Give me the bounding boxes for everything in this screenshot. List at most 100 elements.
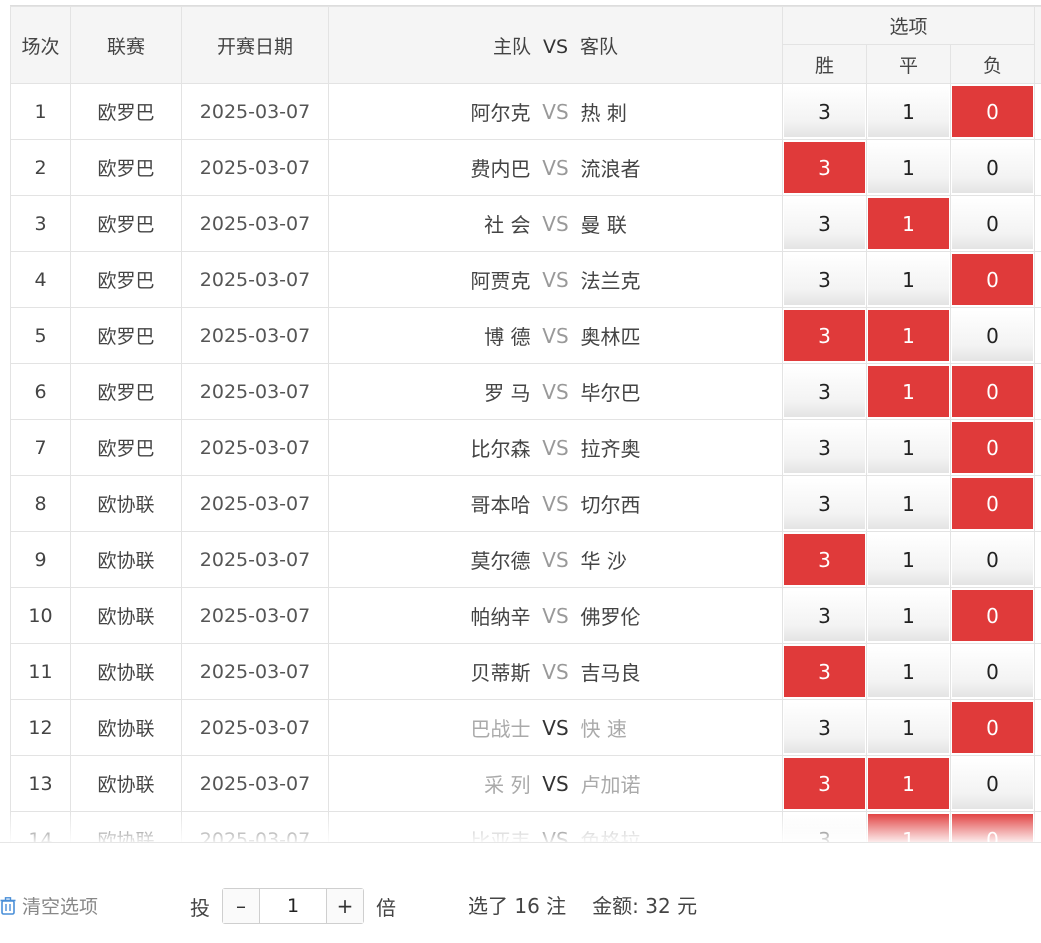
- option-win-button[interactable]: 3: [784, 366, 865, 417]
- option-lose-button[interactable]: 0: [952, 142, 1034, 193]
- option-draw-button[interactable]: 1: [868, 142, 949, 193]
- decrement-button[interactable]: –: [223, 889, 259, 923]
- away-team: 快 速: [580, 717, 627, 741]
- match-table-container[interactable]: 场次 联赛 开赛日期 主队 VS 客队 选项 胜 平 负 1 欧罗巴 2025-03-0…: [10, 5, 1041, 843]
- option-lose-button[interactable]: 0: [952, 590, 1034, 641]
- vs-label: VS: [542, 715, 569, 740]
- table-row: 12 欧协联 2025-03-07 巴战士 VS 快 速 310: [10, 699, 1041, 756]
- option-cell: 3: [782, 83, 867, 140]
- option-win-button[interactable]: 3: [784, 422, 865, 473]
- match-index: 1: [10, 83, 71, 140]
- option-win-button[interactable]: 3: [784, 198, 865, 249]
- multiplier-input[interactable]: [259, 889, 327, 923]
- home-team: 贝蒂斯: [470, 661, 531, 685]
- teams-cell: 哥本哈 VS 切尔西: [328, 475, 783, 532]
- teams-cell: 费内巴 VS 流浪者: [328, 139, 783, 196]
- vs-label: VS: [542, 323, 569, 348]
- row-spacer: [1034, 531, 1041, 588]
- trash-icon: [0, 896, 16, 915]
- match-date: 2025-03-07: [181, 475, 329, 532]
- teams-cell: 贝蒂斯 VS 吉马良: [328, 643, 783, 700]
- option-lose-button[interactable]: 0: [952, 702, 1034, 753]
- row-spacer: [1034, 251, 1041, 308]
- option-win-button[interactable]: 3: [784, 142, 865, 193]
- teams-cell: 阿贾克 VS 法兰克: [328, 251, 783, 308]
- amount-total: 金额: 32 元: [592, 894, 698, 918]
- table-row: 8 欧协联 2025-03-07 哥本哈 VS 切尔西 3 1 0: [10, 475, 1041, 532]
- option-lose-button[interactable]: 0: [952, 254, 1034, 305]
- option-lose-button[interactable]: 0: [952, 422, 1034, 473]
- option-win-button[interactable]: 3: [784, 814, 865, 843]
- option-lose-button[interactable]: 0: [952, 534, 1034, 585]
- option-draw-button[interactable]: 1: [868, 590, 949, 641]
- table-row: 6 欧罗巴 2025-03-07 罗 马 VS 毕尔巴 3 1 0: [10, 363, 1041, 420]
- option-cell: 1: [866, 531, 951, 588]
- option-cell: 0: [949, 811, 1036, 843]
- table-row: 13 欧协联 2025-03-07 采 列 VS 卢加诺 3 1 0: [10, 755, 1041, 812]
- away-team: 曼 联: [580, 213, 627, 237]
- match-date: 2025-03-07: [181, 139, 329, 196]
- option-draw-button[interactable]: 1: [868, 86, 949, 137]
- match-date: 2025-03-07: [181, 307, 329, 364]
- option-draw-button[interactable]: 1: [868, 534, 949, 585]
- option-win-button[interactable]: 3: [784, 646, 865, 697]
- option-cell: 1: [866, 307, 951, 364]
- match-date: 2025-03-07: [181, 83, 329, 140]
- option-win-button[interactable]: 3: [784, 478, 865, 529]
- option-win-button[interactable]: 3: [784, 310, 865, 361]
- option-cell: 1: [866, 139, 951, 196]
- option-lose-button[interactable]: 0: [952, 646, 1034, 697]
- teams-cell: 帕纳辛 VS 佛罗伦: [328, 587, 783, 644]
- home-team: 帕纳辛: [470, 605, 531, 629]
- option-lose-button[interactable]: 0: [952, 86, 1034, 137]
- league-name: 欧协联: [70, 475, 182, 532]
- vs-label: VS: [542, 659, 569, 684]
- header-home: 主队: [492, 35, 531, 58]
- option-cell: 1: [866, 363, 951, 420]
- option-lose-button[interactable]: 0: [952, 366, 1034, 417]
- table-row: 7 欧罗巴 2025-03-07 比尔森 VS 拉齐奥 3 1 0: [10, 419, 1041, 476]
- home-team: 比亚韦: [470, 829, 531, 843]
- clear-selection-button[interactable]: 清空选项: [0, 892, 98, 919]
- match-date: 2025-03-07: [181, 755, 329, 812]
- option-draw-button[interactable]: 1: [868, 366, 949, 417]
- option-lose-button[interactable]: 0: [952, 198, 1034, 249]
- option-draw-button[interactable]: 1: [868, 702, 949, 753]
- home-team: 采 列: [484, 773, 531, 797]
- option-draw-button[interactable]: 1: [868, 198, 949, 249]
- away-team: 吉马良: [580, 661, 641, 685]
- option-lose-button[interactable]: 0: [952, 814, 1034, 843]
- home-team: 莫尔德: [470, 549, 531, 573]
- row-spacer: [1034, 195, 1041, 252]
- league-name: 欧协联: [70, 643, 182, 700]
- option-draw-button[interactable]: 1: [868, 254, 949, 305]
- option-draw-button[interactable]: 1: [868, 758, 949, 809]
- header-date: 开赛日期: [181, 6, 329, 84]
- league-name: 欧罗巴: [70, 307, 182, 364]
- teams-cell: 博 德 VS 奥林匹: [328, 307, 783, 364]
- option-lose-button[interactable]: 0: [952, 758, 1034, 809]
- vs-label: VS: [542, 99, 569, 124]
- bet-prefix: 投: [190, 895, 210, 920]
- option-draw-button[interactable]: 1: [868, 646, 949, 697]
- vs-label: VS: [542, 771, 569, 796]
- match-index: 10: [10, 587, 71, 644]
- option-win-button[interactable]: 3: [784, 702, 865, 753]
- match-date: 2025-03-07: [181, 811, 329, 843]
- option-cell: 0: [949, 83, 1036, 140]
- option-draw-button[interactable]: 1: [868, 310, 949, 361]
- option-lose-button[interactable]: 0: [952, 310, 1034, 361]
- option-win-button[interactable]: 3: [784, 86, 865, 137]
- option-win-button[interactable]: 3: [784, 254, 865, 305]
- option-win-button[interactable]: 3: [784, 758, 865, 809]
- home-team: 比尔森: [470, 437, 531, 461]
- option-cell: 0: [949, 307, 1036, 364]
- home-team: 阿尔克: [470, 101, 531, 125]
- option-lose-button[interactable]: 0: [952, 478, 1034, 529]
- option-draw-button[interactable]: 1: [868, 814, 949, 843]
- option-draw-button[interactable]: 1: [868, 422, 949, 473]
- increment-button[interactable]: +: [327, 889, 363, 923]
- option-draw-button[interactable]: 1: [868, 478, 949, 529]
- option-win-button[interactable]: 3: [784, 534, 865, 585]
- option-win-button[interactable]: 3: [784, 590, 865, 641]
